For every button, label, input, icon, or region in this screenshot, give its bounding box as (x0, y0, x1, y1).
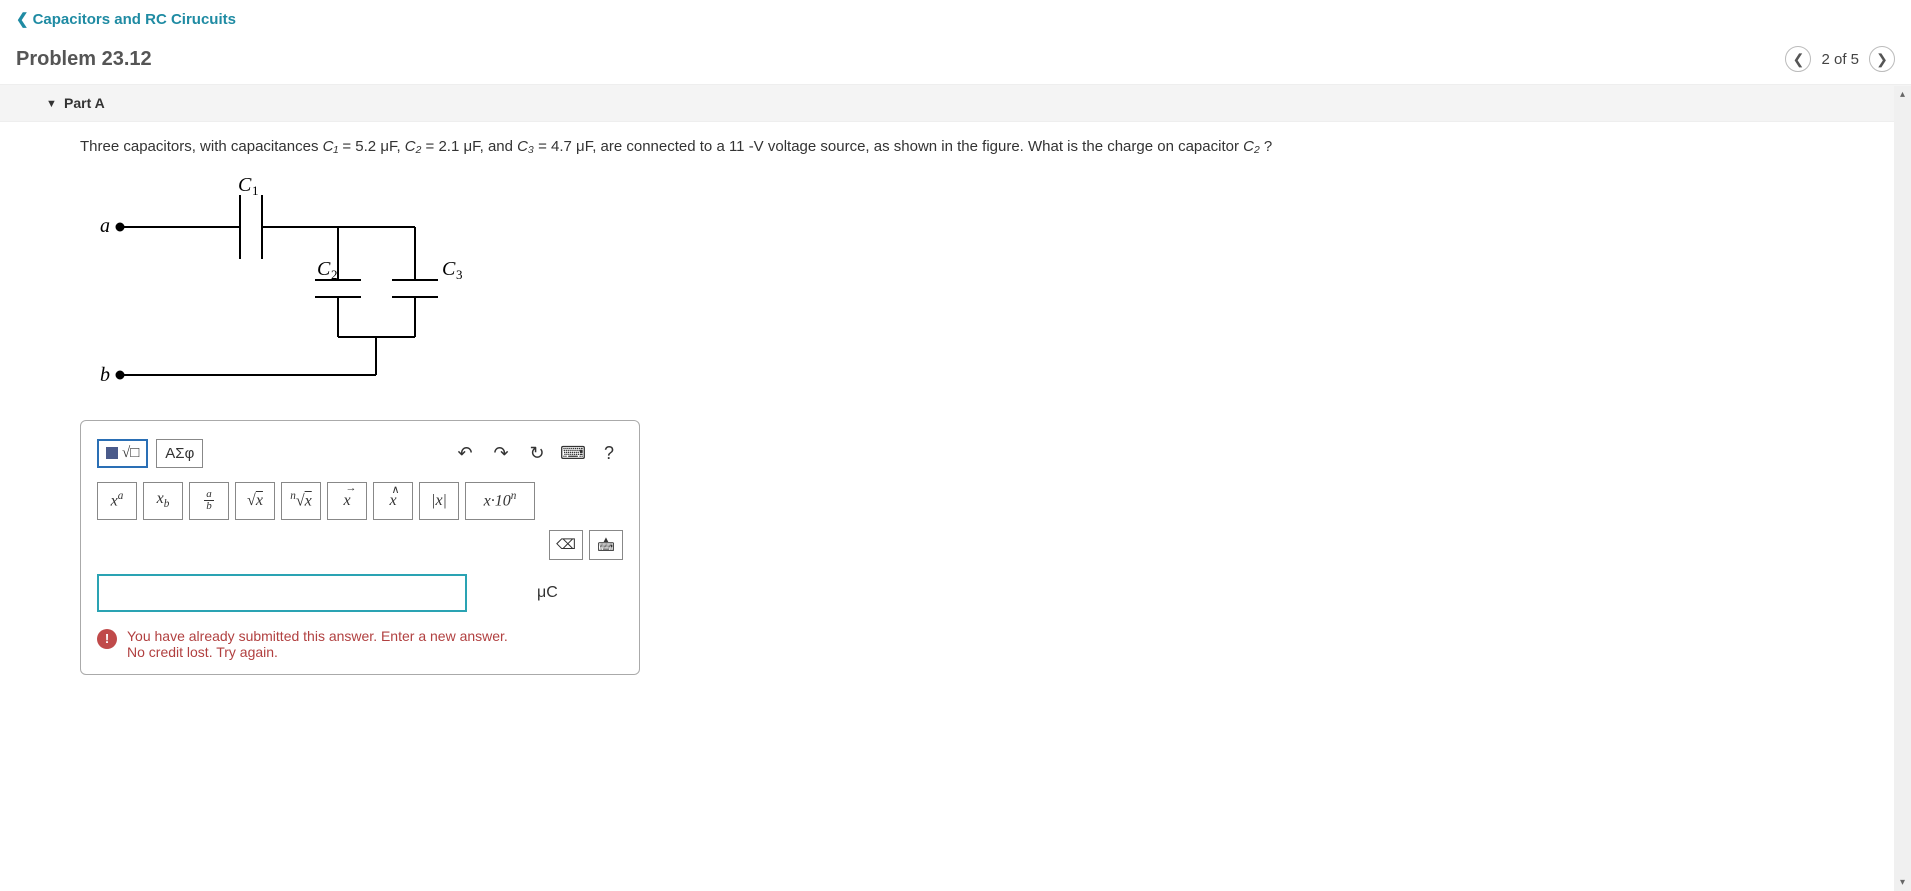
svg-text:C: C (317, 258, 331, 280)
reset-button[interactable]: ↻ (523, 439, 551, 467)
undo-button[interactable]: ↶ (451, 439, 479, 467)
svg-text:C: C (238, 177, 252, 196)
reset-icon: ↻ (529, 443, 544, 464)
math-templates-tab[interactable]: √□ (97, 439, 148, 468)
scroll-up-icon[interactable]: ▴ (1894, 86, 1911, 103)
breadcrumb-link[interactable]: ❮Capacitors and RC Cirucuits (16, 11, 236, 28)
svg-text:C: C (442, 258, 456, 280)
undo-icon: ↶ (457, 443, 472, 464)
superscript-button[interactable]: xa (97, 482, 137, 520)
backspace-button[interactable]: ⌫ (549, 530, 583, 560)
next-button[interactable]: ❯ (1869, 46, 1895, 72)
nth-root-button[interactable]: n√x (281, 482, 321, 520)
vector-button[interactable]: x→ (327, 482, 367, 520)
scrollbar[interactable]: ▴ ▾ (1894, 86, 1911, 891)
keyboard-icon: ⌨ (560, 443, 586, 464)
svg-text:1: 1 (252, 183, 259, 198)
root-fraction-icon: √□ (122, 445, 139, 462)
square-icon (106, 447, 118, 459)
keyboard-toggle-button[interactable]: ▲⌨ (589, 530, 623, 560)
progress-counter: 2 of 5 (1821, 51, 1859, 68)
fraction-button[interactable]: ab (189, 482, 229, 520)
hat-button[interactable]: x∧ (373, 482, 413, 520)
chevron-right-icon: ❯ (1876, 51, 1888, 68)
abs-button[interactable]: |x| (419, 482, 459, 520)
help-button[interactable]: ? (595, 439, 623, 467)
scroll-down-icon[interactable]: ▾ (1894, 874, 1911, 891)
help-icon: ? (604, 443, 614, 464)
subscript-button[interactable]: xb (143, 482, 183, 520)
chevron-left-icon: ❮ (1793, 51, 1805, 68)
svg-text:2: 2 (331, 267, 338, 282)
question-text: Three capacitors, with capacitances C₁ =… (80, 136, 1871, 159)
redo-icon: ↷ (493, 443, 508, 464)
breadcrumb-label: Capacitors and RC Cirucuits (33, 11, 236, 28)
unit-label: μC (537, 584, 558, 602)
circuit-figure: a b C 1 C 2 C 3 (80, 177, 1871, 400)
alert-icon: ! (97, 629, 117, 649)
svg-text:b: b (100, 364, 110, 386)
svg-text:a: a (100, 215, 110, 237)
keyboard-button[interactable]: ⌨ (559, 439, 587, 467)
collapse-icon: ▼ (46, 98, 57, 110)
greek-tab[interactable]: ΑΣφ (156, 439, 203, 468)
greek-label: ΑΣφ (165, 445, 194, 462)
prev-button[interactable]: ❮ (1785, 46, 1811, 72)
scientific-button[interactable]: x·10n (465, 482, 535, 520)
answer-panel: √□ ΑΣφ ↶ ↷ ↻ ⌨ ? xa xb ab √x n√x x→ x∧ |… (80, 420, 640, 675)
keyboard-up-icon: ▲⌨ (597, 537, 614, 553)
sqrt-button[interactable]: √x (235, 482, 275, 520)
part-header[interactable]: ▼ Part A (0, 84, 1911, 122)
svg-text:3: 3 (456, 267, 463, 282)
feedback-line2: No credit lost. Try again. (127, 644, 508, 660)
redo-button[interactable]: ↷ (487, 439, 515, 467)
feedback-line1: You have already submitted this answer. … (127, 628, 508, 644)
fraction-icon: ab (204, 489, 214, 512)
feedback-message: ! You have already submitted this answer… (97, 628, 623, 660)
chevron-left-icon: ❮ (16, 11, 29, 28)
answer-input[interactable] (97, 574, 467, 612)
page-title: Problem 23.12 (16, 48, 152, 71)
part-label: Part A (64, 95, 105, 111)
backspace-icon: ⌫ (556, 536, 576, 553)
